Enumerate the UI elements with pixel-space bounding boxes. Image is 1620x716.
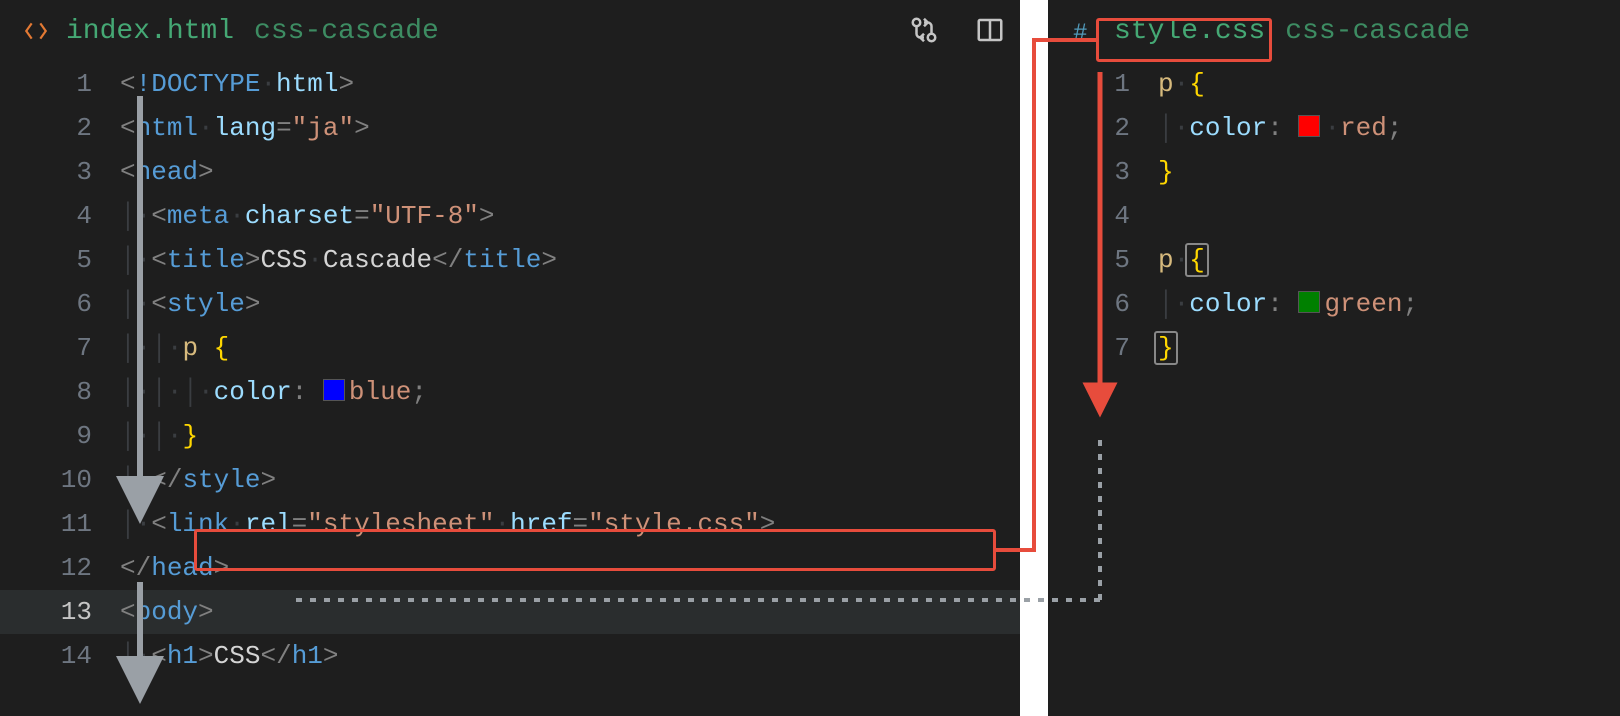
annotation-overlay bbox=[0, 0, 1620, 716]
